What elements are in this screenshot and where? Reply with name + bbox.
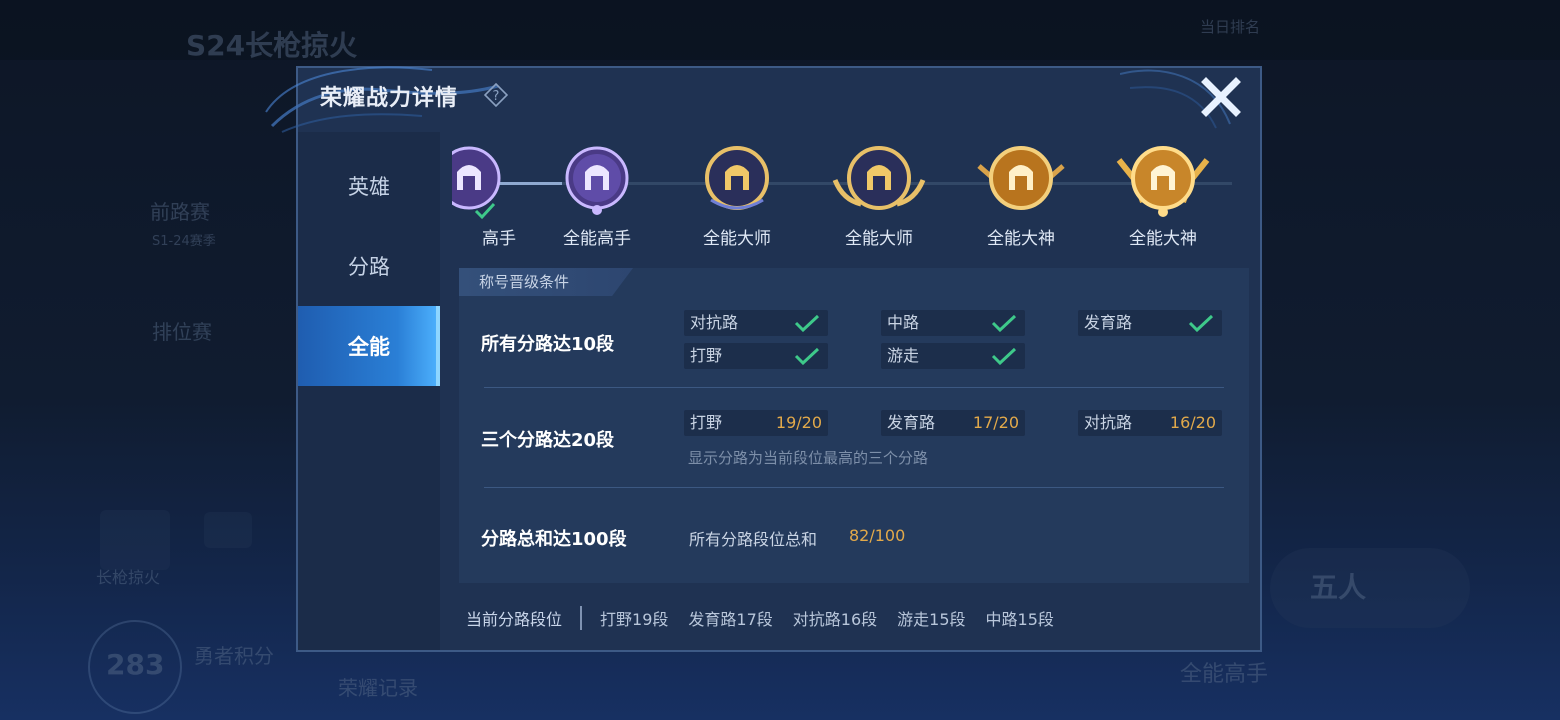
check-icon [1188,314,1214,332]
gold-winged-helmet-badge-icon [1116,146,1210,217]
sum-progress: 82/100 [849,526,906,545]
lane-rank: 发育路17段 [688,610,773,629]
gold-winged-helmet-badge-icon [832,146,926,210]
badge-item[interactable]: 全能大师 [682,140,792,249]
lane-cell: 打野 19/20 [684,410,828,436]
lane-cell: 对抗路 [684,310,828,336]
lane-name: 发育路 [887,413,936,432]
nav-tab-lane-label: 分路 [348,255,390,279]
footer-separator [580,606,583,630]
badge-label: 全能大神 [987,229,1055,249]
bg-mode-button [1270,548,1470,628]
purple-helmet-badge-icon [565,146,629,215]
lane-progress: 19/20 [775,413,822,432]
bg-text-1: 前路赛 [150,200,210,224]
conditions-tab-label: 称号晋级条件 [459,268,633,296]
current-lane-ranks: 当前分路段位 打野19段 发育路17段 对抗路16段 游走15段 中路15段 [466,606,1074,630]
lane-name: 打野 [690,346,723,365]
badge-item[interactable]: 全能高手 [542,140,652,249]
badge-item[interactable]: 全能大神 [966,140,1076,249]
lane-progress: 16/20 [1169,413,1216,432]
bg-text-6: 荣耀记录 [338,676,418,700]
title-badge-strip[interactable]: 高手 全能高手 全能大师 全能大师 全能大神 全能大神 [452,134,1252,252]
badge-label: 全能大师 [845,229,913,249]
nav-tab-hero[interactable]: 英雄 [298,146,440,226]
condition-row-title: 分路总和达100段 [481,529,627,550]
bg-text-10: 当日排名 [1200,18,1261,36]
lane-name: 对抗路 [1084,413,1133,432]
bg-text-4: 长枪掠火 [96,568,161,587]
bg-text-2: S1-24赛季 [152,234,216,249]
condition-row-title: 三个分路达20段 [481,430,615,451]
question-diamond-icon[interactable]: ? [484,83,508,107]
badge-item[interactable]: 全能大神 [1108,140,1218,249]
row-divider [484,387,1224,388]
lane-name: 游走 [887,346,920,365]
lane-cell: 中路 [881,310,1025,336]
gold-helmet-badge-icon [705,146,769,210]
nav-tab-allround[interactable]: 全能 [298,306,440,386]
check-icon [991,347,1017,365]
lane-hint-text: 显示分路为当前段位最高的三个分路 [688,449,929,467]
lane-cell: 发育路 [1078,310,1222,336]
lane-progress: 17/20 [972,413,1019,432]
lane-rank: 打野19段 [600,610,669,629]
lane-cell: 发育路 17/20 [881,410,1025,436]
bg-flag [204,512,252,548]
left-nav: 英雄 分路 全能 [298,132,440,650]
bg-season-title: S24长枪掠火 [186,29,358,62]
nav-tab-hero-label: 英雄 [348,175,390,199]
row-divider [484,487,1224,488]
lane-rank: 对抗路16段 [792,610,878,629]
bg-text-8: 全能高手 [1180,662,1269,687]
badge-label: 全能大师 [703,229,771,249]
svg-text:?: ? [493,89,500,104]
badge-label: 全能大神 [1129,229,1197,249]
lane-name: 发育路 [1084,313,1133,332]
lane-cell: 打野 [684,343,828,369]
bg-text-9: 283 [106,648,165,681]
check-icon [991,314,1017,332]
lane-rank: 游走15段 [897,610,966,629]
condition-row-title: 所有分路达10段 [481,334,615,355]
lane-cell: 对抗路 16/20 [1078,410,1222,436]
lane-name: 打野 [690,413,723,432]
badge-item[interactable]: 全能大师 [824,140,934,249]
nav-tab-allround-label: 全能 [348,335,390,359]
lane-cell: 游走 [881,343,1025,369]
footer-label: 当前分路段位 [466,610,563,629]
bg-text-7: 五人 [1310,571,1367,604]
gold-winged-helmet-badge-icon [977,146,1065,210]
check-icon [794,314,820,332]
bg-text-3: 排位赛 [152,320,212,344]
lane-name: 中路 [887,313,920,332]
sum-label: 所有分路段位总和 [689,530,818,549]
check-icon [474,202,496,220]
nav-tab-lane[interactable]: 分路 [298,226,440,306]
badge-item[interactable]: 高手 [452,140,524,249]
badge-label: 全能高手 [563,229,631,249]
close-x-icon[interactable] [1200,76,1242,118]
lane-rank: 中路15段 [985,610,1054,629]
check-icon [794,347,820,365]
dialog-title: 荣耀战力详情 [320,86,459,111]
bg-avatar [100,510,170,570]
lane-name: 对抗路 [690,313,739,332]
badge-label: 高手 [482,229,516,249]
bg-text-5: 勇者积分 [194,644,274,668]
